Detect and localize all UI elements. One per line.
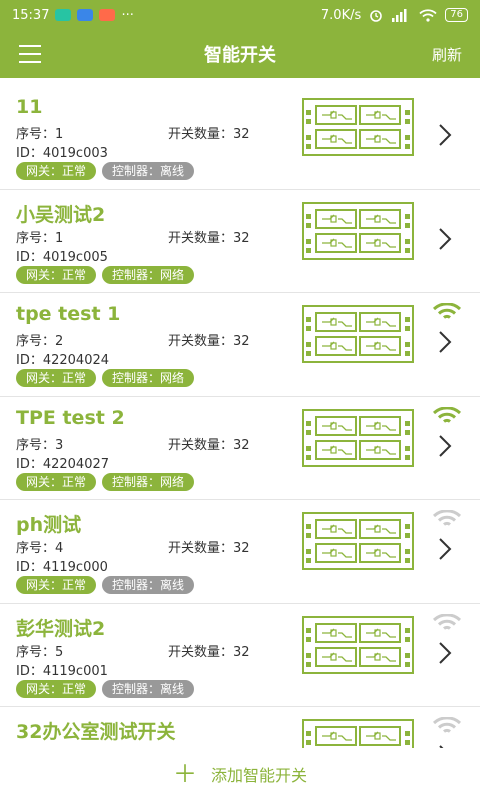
page-title: 智能开关 xyxy=(204,45,276,66)
controller-status-badge: 控制器：离线 xyxy=(102,679,195,698)
switch-board-icon xyxy=(302,615,414,674)
device-id: ID：42204027 xyxy=(16,456,110,472)
gateway-status-badge: 网关：正常 xyxy=(16,369,97,387)
chevron-right-icon[interactable] xyxy=(434,433,456,459)
network-speed: 7.0K/s xyxy=(320,7,362,23)
status-badges: 网关：正常 控制器：网络 xyxy=(16,265,195,284)
wifi-icon xyxy=(432,717,462,733)
device-card[interactable]: tpe test 1 序号：2 开关数量：32 ID：42204024 网关：正常… xyxy=(0,293,480,397)
status-time: 15:37 xyxy=(12,7,50,23)
status-badges: 网关：正常 控制器：离线 xyxy=(16,576,195,594)
menu-icon xyxy=(19,42,41,66)
wifi-icon xyxy=(432,406,462,423)
chevron-right-icon[interactable] xyxy=(434,329,456,355)
gateway-status-badge: 网关：正常 xyxy=(16,162,97,180)
switch-count: 开关数量：32 xyxy=(168,644,250,660)
device-id: ID：4019c005 xyxy=(16,249,108,265)
switch-count: 开关数量：32 xyxy=(168,334,250,349)
switch-count: 开关数量：32 xyxy=(168,437,250,453)
gateway-status-badge: 网关：正常 xyxy=(16,679,97,698)
chevron-right-icon[interactable] xyxy=(434,122,456,148)
app-notification-icon xyxy=(55,9,72,21)
switch-board-icon xyxy=(302,719,414,748)
app-notification-icon xyxy=(99,9,116,21)
gateway-status-badge: 网关：正常 xyxy=(16,472,97,491)
device-name: 32办公室测试开关 xyxy=(16,721,176,743)
device-card[interactable]: 32办公室测试开关 序号：315 开关数量：32 xyxy=(0,707,480,748)
wifi-icon xyxy=(432,303,462,319)
device-sequence: 序号：3 xyxy=(16,437,64,453)
device-card[interactable]: 彭华测试2 序号：5 开关数量：32 ID：4119c001 网关：正常 控制器：… xyxy=(0,603,480,707)
wifi-icon xyxy=(432,613,462,630)
status-badges: 网关：正常 控制器：网络 xyxy=(16,472,195,491)
controller-status-badge: 控制器：离线 xyxy=(102,162,195,180)
menu-button[interactable] xyxy=(0,30,60,78)
controller-status-badge: 控制器：网络 xyxy=(102,265,195,284)
device-sequence: 序号：4 xyxy=(16,541,64,556)
switch-board-icon xyxy=(302,408,414,467)
app-notification-icon xyxy=(77,9,94,21)
alarm-icon xyxy=(370,10,383,22)
more-notifications-icon: ··· xyxy=(121,7,134,23)
status-badges: 网关：正常 控制器：离线 xyxy=(16,679,195,698)
device-sequence: 序号：1 xyxy=(16,127,64,142)
device-card[interactable]: ph测试 序号：4 开关数量：32 ID：4119c000 网关：正常 控制器：离… xyxy=(0,500,480,604)
add-switch-button[interactable]: ＋ 添加智能开关 xyxy=(0,748,480,800)
gateway-status-badge: 网关：正常 xyxy=(16,265,97,284)
device-sequence: 序号：2 xyxy=(16,334,64,349)
switch-count: 开关数量：32 xyxy=(168,541,250,556)
plus-icon: ＋ xyxy=(172,760,197,788)
chevron-right-icon[interactable] xyxy=(434,536,456,562)
device-id: ID：42204024 xyxy=(16,353,110,368)
refresh-button[interactable]: 刷新 xyxy=(432,44,462,65)
app-bar: 智能开关 刷新 xyxy=(0,30,480,78)
device-sequence: 序号：1 xyxy=(16,230,64,246)
device-id: ID：4019c003 xyxy=(16,146,108,161)
device-card[interactable]: 11 序号：1 开关数量：32 ID：4019c003 网关：正常 控制器：离线 xyxy=(0,86,480,190)
wifi-status-icon xyxy=(419,8,437,22)
device-name: 彭华测试2 xyxy=(16,617,106,640)
switch-board-icon xyxy=(302,201,414,260)
device-card[interactable]: TPE test 2 序号：3 开关数量：32 ID：42204027 网关：正常… xyxy=(0,396,480,500)
switch-count: 开关数量：32 xyxy=(168,230,250,246)
chevron-right-icon[interactable] xyxy=(434,640,456,666)
device-list: 11 序号：1 开关数量：32 ID：4019c003 网关：正常 控制器：离线 … xyxy=(0,86,480,748)
controller-status-badge: 控制器：网络 xyxy=(102,472,195,491)
device-name: TPE test 2 xyxy=(16,406,125,429)
chevron-right-icon[interactable] xyxy=(434,226,456,252)
status-badges: 网关：正常 控制器：网络 xyxy=(16,369,195,387)
controller-status-badge: 控制器：网络 xyxy=(102,369,195,387)
device-card[interactable]: 小吴测试2 序号：1 开关数量：32 ID：4019c005 网关：正常 控制器：… xyxy=(0,189,480,293)
wifi-icon xyxy=(432,510,462,526)
signal-icon xyxy=(392,8,407,22)
battery-indicator: 76 xyxy=(445,8,468,22)
switch-count: 开关数量：32 xyxy=(168,127,250,142)
device-name: 小吴测试2 xyxy=(16,203,106,226)
device-name: ph测试 xyxy=(16,514,82,536)
device-id: ID：4119c000 xyxy=(16,560,108,575)
switch-board-icon xyxy=(302,512,414,570)
switch-board-icon xyxy=(302,98,414,156)
device-name: tpe test 1 xyxy=(16,303,121,325)
gateway-status-badge: 网关：正常 xyxy=(16,576,97,594)
add-switch-label: 添加智能开关 xyxy=(210,766,307,785)
status-badges: 网关：正常 控制器：离线 xyxy=(16,162,195,180)
device-id: ID：4119c001 xyxy=(16,663,108,679)
status-bar: 15:37 ··· 7.0K/s 76 xyxy=(0,0,480,30)
controller-status-badge: 控制器：离线 xyxy=(102,576,195,594)
switch-board-icon xyxy=(302,305,414,363)
device-name: 11 xyxy=(16,96,43,118)
device-sequence: 序号：5 xyxy=(16,644,64,660)
